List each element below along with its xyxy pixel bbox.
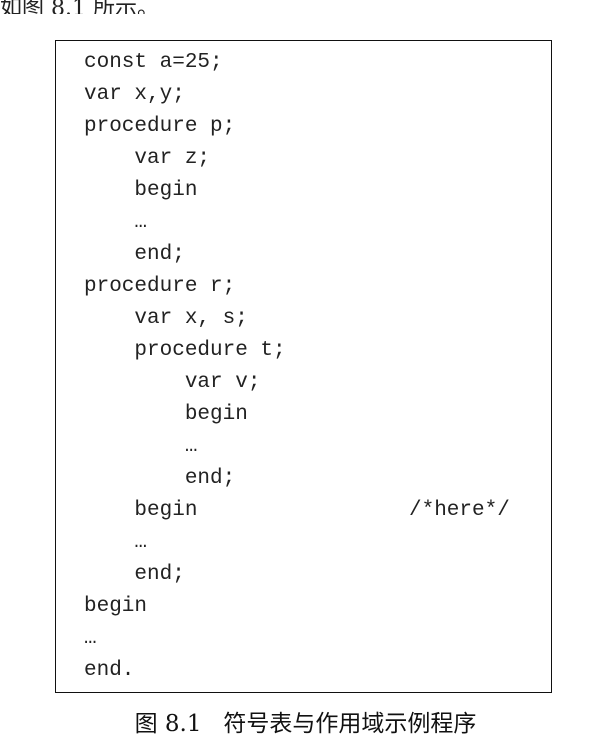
code-listing-box: const a=25; var x,y; procedure p; var z;… [55,40,552,693]
code-line: end; [84,563,185,586]
code-line: … [84,211,148,234]
code-line: var x, s; [84,307,248,330]
figure-caption: 图 8.1 符号表与作用域示例程序 [134,711,477,737]
code-line: … [84,435,198,458]
code-line: var v; [84,371,261,394]
code-line: var z; [84,147,211,170]
preceding-text-fragment: 如图 8.1 所示。 [0,0,159,14]
code-line: procedure p; [84,115,236,138]
code-line: end; [84,243,185,266]
code-line: end. [84,659,135,682]
code-line: … [84,531,148,554]
document-page: 如图 8.1 所示。 const a=25; var x,y; procedur… [0,0,611,754]
here-comment: /*here*/ [409,499,510,522]
code-line: procedure t; [84,339,286,362]
code-line: end; [84,467,236,490]
code-line: begin [84,595,148,618]
code-line: begin [84,499,198,522]
code-line: begin [84,179,198,202]
code-line: var x,y; [84,83,185,106]
code-line: … [84,627,97,650]
code-line: begin [84,403,248,426]
code-line: const a=25; [84,51,223,74]
code-line: procedure r; [84,275,236,298]
